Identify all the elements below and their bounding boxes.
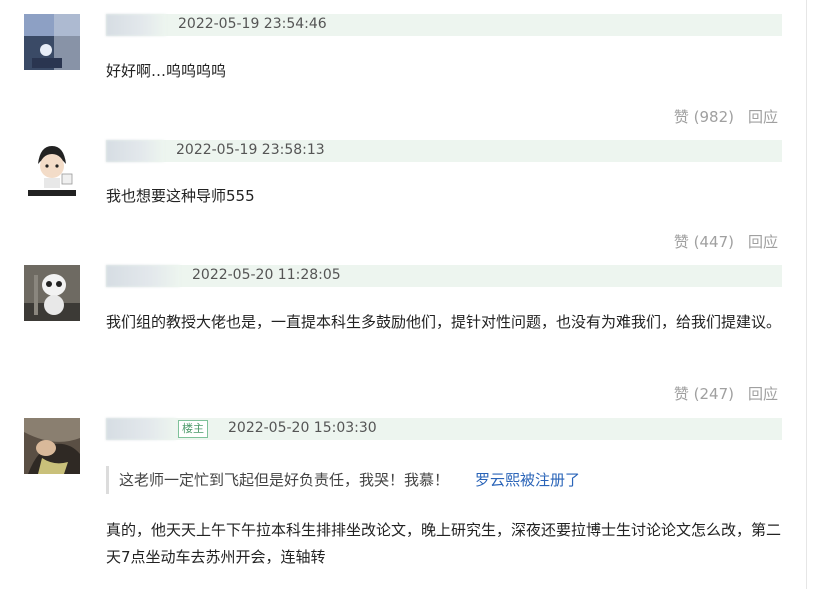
username[interactable] [106,418,176,440]
comment-actions: 赞 (447) 回应 [674,231,778,252]
avatar[interactable] [24,265,80,321]
quote-text: 这老师一定忙到飞起但是好负责任，我哭！我慕！ [119,471,450,489]
like-button[interactable]: 赞 (247) [674,383,734,404]
comment-actions: 赞 (982) 回应 [674,106,778,127]
like-button[interactable]: 赞 (982) [674,106,734,127]
timestamp: 2022-05-19 23:54:46 [178,16,327,32]
comment-text: 好好啊…呜呜呜呜 [106,62,227,80]
comment-text: 真的，他天天上午下午拉本科生排排坐改论文，晚上研究生，深夜还要拉博士生讨论论文怎… [106,521,782,566]
comment-header: 楼主 2022-05-20 15:03:30 [106,418,782,440]
reply-button[interactable]: 回应 [748,106,778,127]
comment-text: 我们组的教授大佬也是，一直提本科生多鼓励他们，提针对性问题，也没有为难我们，给我… [106,313,782,331]
username[interactable] [106,14,166,36]
like-button[interactable]: 赞 (447) [674,231,734,252]
comment-header: 2022-05-19 23:58:13 [106,140,782,162]
comment-item: 2022-05-20 11:28:05 我们组的教授大佬也是，一直提本科生多鼓励… [0,260,806,410]
avatar[interactable] [24,140,80,196]
quoted-reply: 这老师一定忙到飞起但是好负责任，我哭！我慕！ 罗云熙被注册了 [106,466,779,494]
timestamp: 2022-05-19 23:58:13 [176,142,325,158]
timestamp: 2022-05-20 15:03:30 [228,420,377,436]
avatar[interactable] [24,14,80,70]
quote-author-link[interactable]: 罗云熙被注册了 [475,471,580,489]
comment-text: 我也想要这种导师555 [106,187,255,205]
comment-header: 2022-05-19 23:54:46 [106,14,782,36]
right-divider [806,0,807,589]
timestamp: 2022-05-20 11:28:05 [192,267,341,283]
reply-button[interactable]: 回应 [748,231,778,252]
reply-button[interactable]: 回应 [748,383,778,404]
avatar[interactable] [24,418,80,474]
comment-header: 2022-05-20 11:28:05 [106,265,782,287]
username[interactable] [106,140,164,162]
comment-item: 楼主 2022-05-20 15:03:30 这老师一定忙到飞起但是好负责任，我… [0,410,806,589]
op-badge: 楼主 [178,420,208,438]
comment-actions: 赞 (247) 回应 [674,383,778,404]
comment-item: 2022-05-19 23:58:13 我也想要这种导师555 赞 (447) 回… [0,135,806,260]
username[interactable] [106,265,180,287]
comment-item: 2022-05-19 23:54:46 好好啊…呜呜呜呜 赞 (982) 回应 [0,0,806,135]
